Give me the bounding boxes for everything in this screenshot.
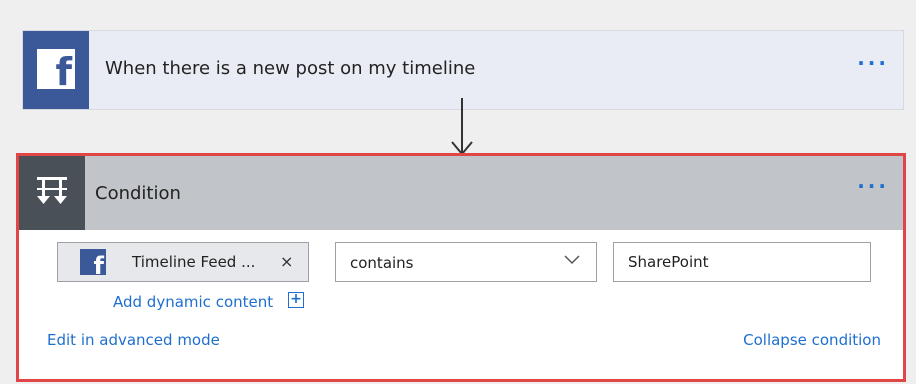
- operator-dropdown[interactable]: contains: [335, 242, 597, 282]
- edit-advanced-mode-link[interactable]: Edit in advanced mode: [47, 331, 220, 349]
- token-label: Timeline Feed ...: [132, 253, 256, 271]
- trigger-more-menu[interactable]: ···: [857, 53, 889, 73]
- condition-card: Condition ··· f Timeline Feed ... × cont…: [16, 153, 906, 382]
- condition-more-menu[interactable]: ···: [857, 176, 889, 196]
- facebook-icon: f: [37, 49, 75, 91]
- condition-title: Condition: [95, 183, 181, 204]
- left-operand-field[interactable]: f Timeline Feed ... ×: [57, 242, 309, 282]
- flow-canvas: f When there is a new post on my timelin…: [0, 0, 916, 384]
- add-dynamic-content-link[interactable]: Add dynamic content: [113, 293, 273, 311]
- trigger-card[interactable]: f When there is a new post on my timelin…: [22, 30, 904, 110]
- add-dynamic-content-icon[interactable]: +: [288, 292, 304, 308]
- right-value-input[interactable]: [613, 242, 871, 282]
- operator-value: contains: [350, 254, 414, 272]
- trigger-title: When there is a new post on my timeline: [105, 58, 476, 79]
- condition-icon-tile: [19, 156, 85, 230]
- condition-icon: [37, 177, 67, 204]
- dynamic-content-token[interactable]: f Timeline Feed ... ×: [58, 243, 308, 281]
- collapse-condition-link[interactable]: Collapse condition: [743, 331, 881, 349]
- trigger-icon-tile: f: [23, 31, 89, 109]
- condition-header[interactable]: Condition ···: [19, 156, 903, 230]
- facebook-icon: f: [80, 249, 106, 278]
- chevron-down-icon: [564, 255, 580, 265]
- remove-token-button[interactable]: ×: [280, 252, 293, 271]
